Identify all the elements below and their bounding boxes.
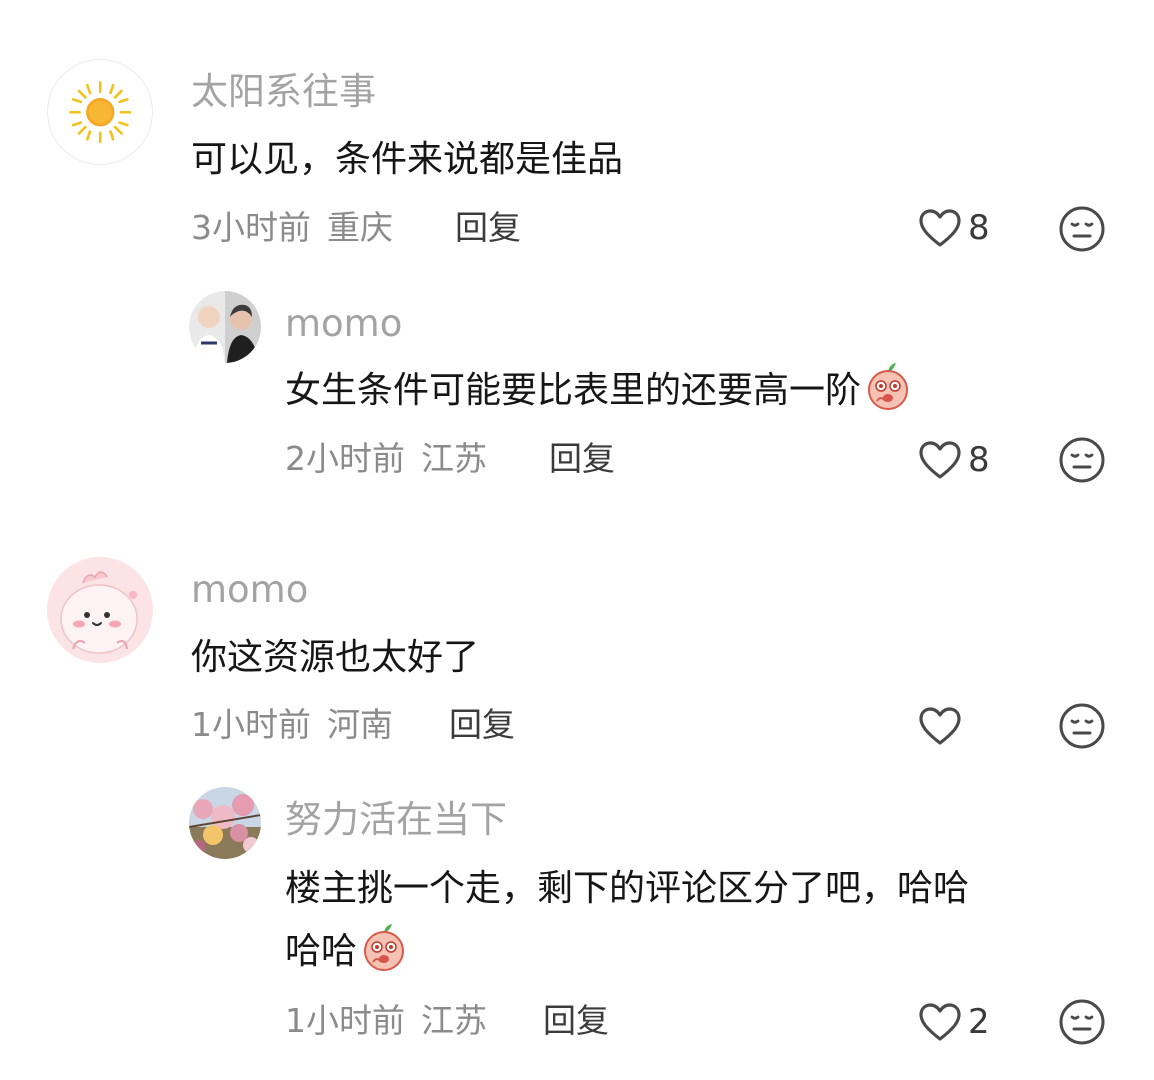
like-count: 2 (968, 1002, 990, 1042)
comment-location: 江苏 (421, 439, 487, 478)
peach-emoji (863, 361, 913, 411)
comment-text-line: 哈哈 (285, 920, 969, 983)
neutral-face-icon (1059, 437, 1105, 483)
comment-time: 1小时前 (191, 705, 311, 744)
comment-text-line: 楼主挑一个走，剩下的评论区分了吧，哈哈 (285, 868, 970, 909)
heart-icon (919, 209, 961, 247)
neutral-face-icon (1059, 703, 1105, 749)
user-avatar[interactable] (189, 787, 261, 859)
dislike-button[interactable] (1058, 436, 1106, 484)
like-count: 8 (968, 208, 990, 248)
dislike-button[interactable] (1058, 702, 1106, 750)
neutral-face-icon (1059, 206, 1105, 252)
two-people-photo (189, 291, 261, 363)
like-button[interactable]: 2 (918, 1002, 990, 1042)
like-button[interactable]: 8 (918, 440, 990, 480)
comment-time: 3小时前 (191, 208, 311, 247)
blossom-photo (189, 787, 261, 859)
username[interactable]: 努力活在当下 (285, 801, 507, 838)
comment-text: 你这资源也太好了 (191, 637, 480, 678)
reply-button[interactable]: 回复 (543, 1004, 609, 1037)
comment-text: 楼主挑一个走，剩下的评论区分了吧，哈哈 哈哈 (285, 857, 969, 983)
comment-text: 女生条件可能要比表里的还要高一阶 (285, 359, 913, 422)
comment-location: 河南 (327, 705, 393, 744)
user-avatar[interactable] (189, 291, 261, 363)
heart-icon (919, 441, 961, 479)
like-count: 8 (968, 440, 990, 480)
comment-meta: 3小时前 重庆 (191, 211, 393, 244)
reply-button[interactable]: 回复 (455, 211, 521, 244)
dislike-button[interactable] (1058, 998, 1106, 1046)
reply-button[interactable]: 回复 (449, 708, 515, 741)
comment-time: 2小时前 (285, 439, 405, 478)
comment-location: 江苏 (421, 1001, 487, 1040)
neutral-face-icon (1059, 999, 1105, 1045)
comment-text-content: 女生条件可能要比表里的还要高一阶 (285, 370, 862, 411)
comment-meta: 2小时前 江苏 (285, 442, 487, 475)
username[interactable]: momo (285, 305, 402, 342)
like-button[interactable]: 8 (918, 208, 990, 248)
like-button[interactable] (918, 706, 968, 746)
peach-emoji (359, 922, 409, 972)
comment-meta: 1小时前 河南 (191, 708, 393, 741)
comment-meta: 1小时前 江苏 (285, 1004, 487, 1037)
username[interactable]: momo (191, 571, 308, 608)
heart-icon (919, 1003, 961, 1041)
sun-icon (69, 81, 131, 143)
reply-button[interactable]: 回复 (549, 442, 615, 475)
dislike-button[interactable] (1058, 205, 1106, 253)
pink-cartoon-avatar (47, 557, 153, 663)
comment-location: 重庆 (327, 208, 393, 247)
username[interactable]: 太阳系往事 (191, 73, 376, 110)
user-avatar[interactable] (47, 59, 153, 165)
comment-time: 1小时前 (285, 1001, 405, 1040)
heart-icon (919, 707, 961, 745)
comment-text: 可以见，条件来说都是佳品 (191, 139, 624, 180)
user-avatar[interactable] (47, 557, 153, 663)
comment-text-content: 哈哈 (285, 931, 358, 972)
